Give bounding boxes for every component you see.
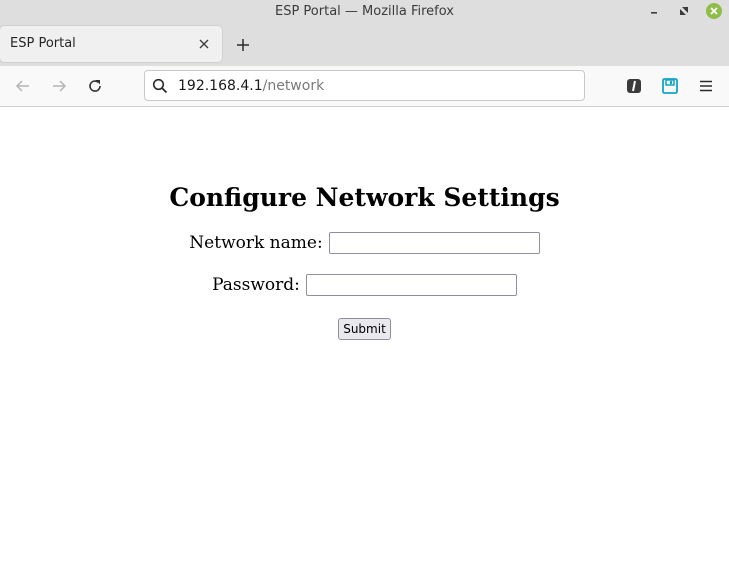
back-button[interactable]: [13, 76, 33, 96]
url-host: 192.168.4.1: [178, 78, 263, 94]
close-window-button[interactable]: [706, 3, 722, 19]
tab-title: ESP Portal: [10, 36, 76, 51]
hamburger-menu-icon: [700, 80, 712, 92]
password-row: Password:: [0, 274, 729, 296]
new-tab-icon[interactable]: [233, 35, 253, 55]
tab-esp-portal[interactable]: ESP Portal: [0, 26, 222, 62]
minimize-icon: [651, 12, 657, 14]
password-input[interactable]: [305, 274, 517, 296]
search-icon: [152, 78, 168, 94]
window-title: ESP Portal — Mozilla Firefox: [274, 4, 454, 19]
network-name-label: Network name:: [189, 233, 323, 253]
arrow-right-icon: [53, 80, 67, 92]
pocket-icon: [627, 79, 641, 93]
url-text[interactable]: 192.168.4.1/network: [178, 78, 324, 94]
tab-close-icon[interactable]: [197, 37, 211, 51]
page-title: Configure Network Settings: [169, 183, 560, 212]
pocket-button[interactable]: [624, 76, 644, 96]
reload-icon: [89, 80, 101, 92]
title-bar: ESP Portal — Mozilla Firefox: [0, 0, 729, 23]
address-bar[interactable]: 192.168.4.1/network: [144, 70, 585, 101]
arrow-left-icon: [15, 80, 29, 92]
save-to-pocket-button[interactable]: [660, 76, 680, 96]
forward-button[interactable]: [49, 76, 69, 96]
network-name-input[interactable]: [328, 232, 540, 254]
network-name-row: Network name:: [0, 232, 729, 254]
restore-button[interactable]: [676, 3, 692, 19]
browser-window: ESP Portal — Mozilla Firefox ESP Portal: [0, 0, 729, 562]
minimize-button[interactable]: [646, 3, 662, 19]
app-menu-button[interactable]: [696, 76, 716, 96]
url-path: /network: [262, 78, 325, 94]
password-label: Password:: [212, 275, 300, 295]
reload-button[interactable]: [85, 76, 105, 96]
close-icon: [710, 7, 718, 15]
tab-strip: ESP Portal: [0, 23, 729, 66]
submit-button[interactable]: Submit: [338, 318, 391, 340]
navigation-bar: 192.168.4.1/network: [0, 66, 729, 107]
page-content: Configure Network Settings Network name:…: [0, 107, 729, 562]
restore-icon: [680, 7, 688, 15]
submit-row: Submit: [0, 318, 729, 340]
save-icon: [662, 78, 678, 94]
